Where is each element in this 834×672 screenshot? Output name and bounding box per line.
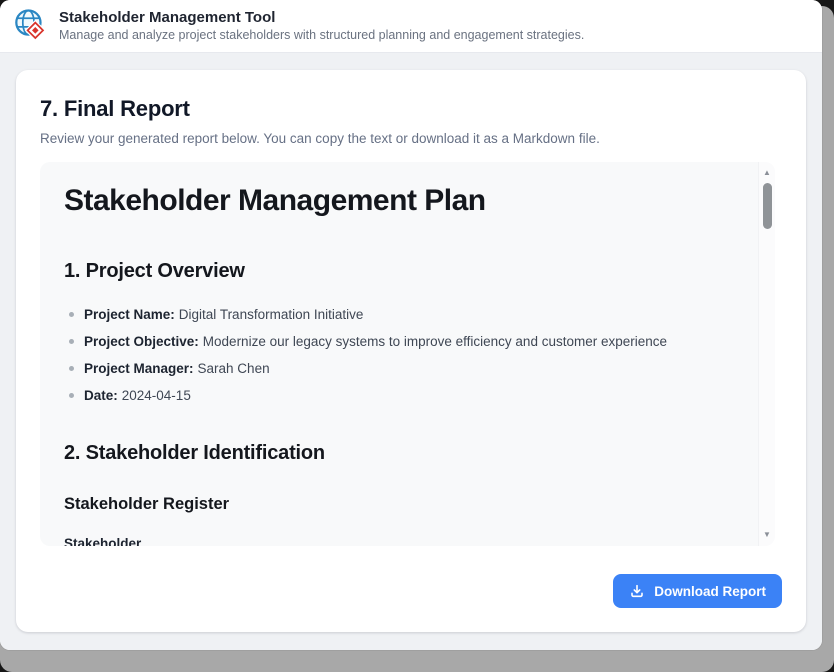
app-window: Stakeholder Management Tool Manage and a…	[0, 0, 822, 650]
download-icon	[629, 583, 645, 599]
item-value: Modernize our legacy systems to improve …	[199, 334, 667, 349]
download-report-button[interactable]: Download Report	[613, 574, 782, 608]
report-subheading-stakeholder-register: Stakeholder Register	[64, 495, 751, 514]
scroll-up-arrow-icon[interactable]: ▲	[763, 169, 771, 177]
item-value: Digital Transformation Initiative	[175, 307, 364, 322]
item-label: Project Name:	[84, 307, 175, 322]
final-report-card: 7. Final Report Review your generated re…	[16, 70, 806, 632]
project-overview-list: Project Name:Digital Transformation Init…	[64, 305, 751, 406]
app-logo-globe-icon	[12, 7, 50, 45]
report-preview[interactable]: Stakeholder Management Plan 1. Project O…	[40, 162, 775, 546]
scrollbar-thumb[interactable]	[763, 183, 772, 229]
section-description: Review your generated report below. You …	[40, 131, 782, 146]
header-text-block: Stakeholder Management Tool Manage and a…	[59, 9, 584, 43]
item-value: Sarah Chen	[194, 361, 270, 376]
report-content: Stakeholder Management Plan 1. Project O…	[40, 162, 775, 546]
app-subtitle: Manage and analyze project stakeholders …	[59, 28, 584, 44]
item-label: Project Objective:	[84, 334, 199, 349]
report-clipped-text: Stakeholder	[64, 536, 751, 546]
app-title: Stakeholder Management Tool	[59, 9, 584, 28]
report-title: Stakeholder Management Plan	[64, 184, 751, 218]
report-heading-project-overview: 1. Project Overview	[64, 260, 751, 283]
card-footer: Download Report	[613, 574, 782, 608]
report-heading-stakeholder-identification: 2. Stakeholder Identification	[64, 442, 751, 465]
page-body: 7. Final Report Review your generated re…	[0, 53, 822, 650]
download-button-label: Download Report	[654, 584, 766, 599]
list-item: Date:2024-04-15	[84, 386, 751, 406]
item-label: Date:	[84, 388, 118, 403]
list-item: Project Objective:Modernize our legacy s…	[84, 332, 751, 352]
item-label: Project Manager:	[84, 361, 194, 376]
app-header: Stakeholder Management Tool Manage and a…	[0, 0, 822, 53]
list-item: Project Name:Digital Transformation Init…	[84, 305, 751, 325]
report-scrollbar[interactable]: ▲ ▼	[758, 162, 775, 546]
item-value: 2024-04-15	[118, 388, 191, 403]
list-item: Project Manager:Sarah Chen	[84, 359, 751, 379]
section-title: 7. Final Report	[40, 96, 782, 122]
scroll-down-arrow-icon[interactable]: ▼	[763, 531, 771, 539]
